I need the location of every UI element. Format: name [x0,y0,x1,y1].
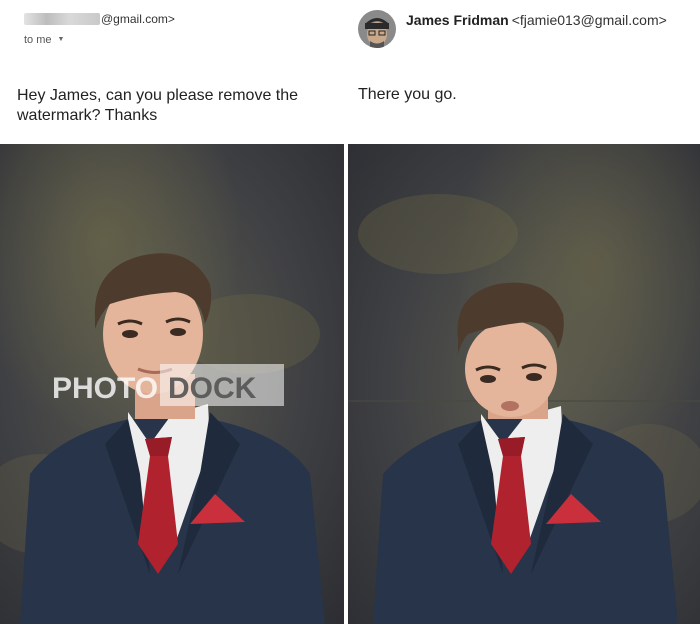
avatar-icon [358,10,396,48]
edited-photo [348,144,700,624]
sender-name: James Fridman [406,12,509,28]
right-email-header: James Fridman <fjamie013@gmail.com> There… [348,0,700,144]
sender-email: <fjamie013@gmail.com> [511,12,667,28]
sender-row: @gmail.com> [24,12,175,26]
watermark-text-left: PHOTO [52,372,158,405]
reply-message: There you go. [358,86,457,103]
sender-line: James Fridman <fjamie013@gmail.com> [406,12,667,28]
caret-down-icon[interactable]: ▼ [58,36,65,43]
blurred-sender-name [24,13,100,25]
left-email-header: @gmail.com> to me ▼ Hey James, can you pl… [0,0,345,144]
sender-email-domain: @gmail.com> [101,12,175,26]
watermark-text-right: DOCK [168,372,257,405]
original-photo: PHOTO DOCK [0,144,344,624]
recipient-toggle[interactable]: to me ▼ [24,34,64,46]
recipient-label: to me [24,34,52,46]
email-message: Hey James, can you please remove the wat… [17,87,299,124]
